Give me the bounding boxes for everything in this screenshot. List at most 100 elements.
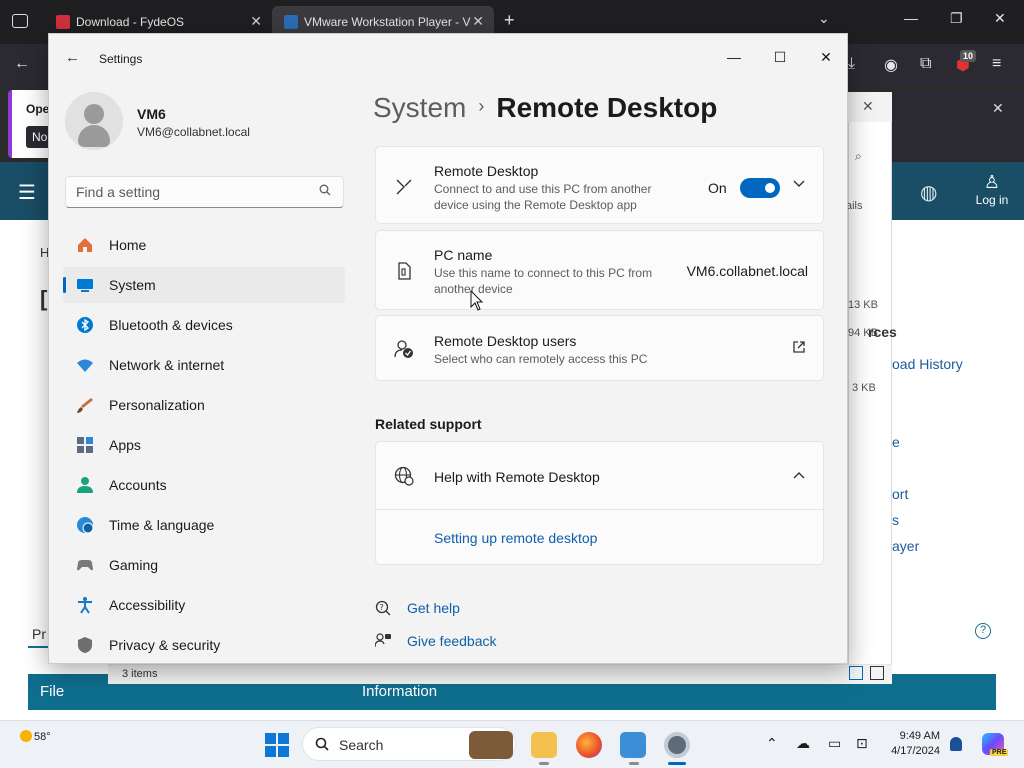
nav-item-privacy-security[interactable]: Privacy & security	[63, 627, 345, 663]
chevron-up-icon[interactable]	[792, 468, 806, 482]
firefox-icon[interactable]	[576, 732, 602, 758]
network-icon[interactable]: ⊡	[856, 735, 868, 752]
breadcrumb-separator: ›	[478, 96, 485, 116]
breadcrumb-parent[interactable]: System	[373, 92, 466, 123]
login-label: Log in	[975, 193, 1009, 207]
chevron-down-icon[interactable]	[792, 177, 806, 191]
search-label: Search	[339, 737, 384, 753]
nav-label: Bluetooth & devices	[109, 317, 233, 333]
side-link[interactable]: oad History	[892, 356, 963, 372]
pc-name-value: VM6.collabnet.local	[686, 263, 808, 279]
nav-label: Apps	[109, 437, 141, 453]
start-tile	[278, 733, 289, 744]
side-link[interactable]: e	[892, 434, 900, 450]
side-link[interactable]: ort	[892, 486, 908, 502]
pc-name-card: PC name Use this name to connect to this…	[375, 230, 824, 310]
toggle-knob	[765, 183, 775, 193]
nav-label: Home	[109, 237, 147, 253]
notification-bell-icon[interactable]	[950, 737, 962, 751]
notice-close-icon[interactable]: ✕	[992, 100, 1004, 117]
login-button[interactable]: ♙ Log in	[974, 172, 1010, 207]
nav-item-network[interactable]: Network & internet	[63, 347, 345, 383]
avatar[interactable]	[65, 92, 123, 150]
get-help-link[interactable]: Get help	[407, 600, 460, 616]
browser-close-button[interactable]: ✕	[994, 10, 1006, 27]
brush-icon	[77, 398, 93, 413]
tab-title: VMware Workstation Player - V	[304, 15, 471, 29]
item-count: 3 items	[122, 668, 158, 680]
nav-item-apps[interactable]: Apps	[63, 427, 345, 463]
search-highlight-image	[469, 731, 513, 759]
settings-gear-icon[interactable]	[664, 732, 690, 758]
onedrive-offline-icon[interactable]: ☁	[796, 735, 810, 752]
mouse-cursor-icon	[470, 290, 484, 311]
nav-item-gaming[interactable]: Gaming	[63, 547, 345, 583]
browser-minimize-button[interactable]: —	[904, 10, 918, 26]
browser-back-icon[interactable]: ←	[14, 55, 30, 73]
show-hidden-icons-chevron-icon[interactable]: ⌃	[766, 735, 778, 752]
give-feedback-link[interactable]: Give feedback	[407, 633, 497, 649]
help-circle-icon[interactable]: ?	[975, 623, 991, 639]
browser-restore-button[interactable]: ❐	[950, 10, 963, 27]
side-link[interactable]: s	[892, 512, 899, 528]
browser-menu-icon[interactable]: ≡	[992, 55, 1001, 73]
close-tab-icon[interactable]: ✕	[472, 13, 484, 30]
account-icon[interactable]: ◉	[884, 55, 898, 75]
vmware-favicon-icon	[284, 15, 298, 29]
weather-sun-icon	[20, 730, 32, 742]
close-button[interactable]: ✕	[803, 42, 847, 72]
nav-item-accounts[interactable]: Accounts	[63, 467, 345, 503]
start-button[interactable]	[265, 733, 289, 757]
explorer-search-icon[interactable]: ⌕	[855, 149, 862, 164]
tab-title: Download - FydeOS	[76, 15, 185, 29]
extensions-icon[interactable]: ⧉	[920, 55, 931, 73]
explorer-details-label[interactable]: ails	[846, 200, 863, 212]
explorer-close-icon[interactable]: ✕	[862, 98, 874, 115]
new-tab-button[interactable]: +	[504, 10, 515, 31]
nav-item-time-language[interactable]: Time & language	[63, 507, 345, 543]
tab-list-chevron-icon[interactable]: ⌄	[818, 10, 830, 27]
display-icon[interactable]: ▭	[828, 735, 841, 752]
card-description: Select who can remotely access this PC	[434, 352, 648, 366]
tiles-view-icon[interactable]	[870, 666, 884, 680]
bg-tab-label[interactable]: Pr	[32, 626, 46, 642]
weather-widget[interactable]: 58°	[20, 730, 51, 743]
accessibility-icon	[78, 597, 92, 614]
fydeos-favicon-icon	[56, 15, 70, 29]
site-menu-icon[interactable]: ☰	[18, 180, 36, 205]
remote-desktop-toggle[interactable]	[740, 178, 780, 198]
taskbar-search[interactable]: Search	[302, 727, 516, 761]
wifi-icon	[77, 359, 93, 372]
nav-item-personalization[interactable]: Personalization	[63, 387, 345, 423]
remote-app-icon[interactable]	[620, 732, 646, 758]
system-icon	[77, 279, 93, 292]
back-arrow-icon[interactable]: ←	[65, 49, 80, 66]
maximize-button[interactable]: ☐	[757, 42, 803, 72]
language-globe-icon[interactable]: ◍	[920, 180, 937, 205]
details-view-icon[interactable]	[849, 666, 863, 680]
divider	[376, 509, 823, 510]
nav-label: Accounts	[109, 477, 167, 493]
nav-item-accessibility[interactable]: Accessibility	[63, 587, 345, 623]
nav-item-system[interactable]: System	[63, 267, 345, 303]
card-title: Remote Desktop	[434, 163, 539, 179]
card-title: Remote Desktop users	[434, 333, 577, 349]
setting-up-remote-desktop-link[interactable]: Setting up remote desktop	[434, 530, 597, 546]
file-explorer-icon[interactable]	[531, 732, 557, 758]
remote-desktop-card[interactable]: Remote Desktop Connect to and use this P…	[375, 146, 824, 224]
downloads-icon[interactable]: ⤓	[848, 55, 855, 73]
browser-tab-overview-icon[interactable]	[12, 14, 28, 28]
nav-item-bluetooth[interactable]: Bluetooth & devices	[63, 307, 345, 343]
remote-desktop-users-card[interactable]: Remote Desktop users Select who can remo…	[375, 315, 824, 381]
side-link[interactable]: ayer	[892, 538, 919, 554]
settings-window: ← Settings — ☐ ✕ VM6 VM6@collabnet.local…	[48, 33, 848, 664]
minimize-button[interactable]: —	[711, 42, 757, 72]
system-clock[interactable]: 9:49 AM 4/17/2024	[880, 729, 940, 759]
app-active-indicator	[668, 762, 686, 765]
nav-item-home[interactable]: Home	[63, 227, 345, 263]
open-external-icon[interactable]	[792, 340, 806, 354]
close-tab-icon[interactable]: ✕	[250, 13, 262, 30]
find-setting-input[interactable]: Find a setting	[65, 176, 344, 208]
nav-label: Gaming	[109, 557, 159, 573]
help-remote-desktop-card[interactable]: Help with Remote Desktop Setting up remo…	[375, 441, 824, 565]
